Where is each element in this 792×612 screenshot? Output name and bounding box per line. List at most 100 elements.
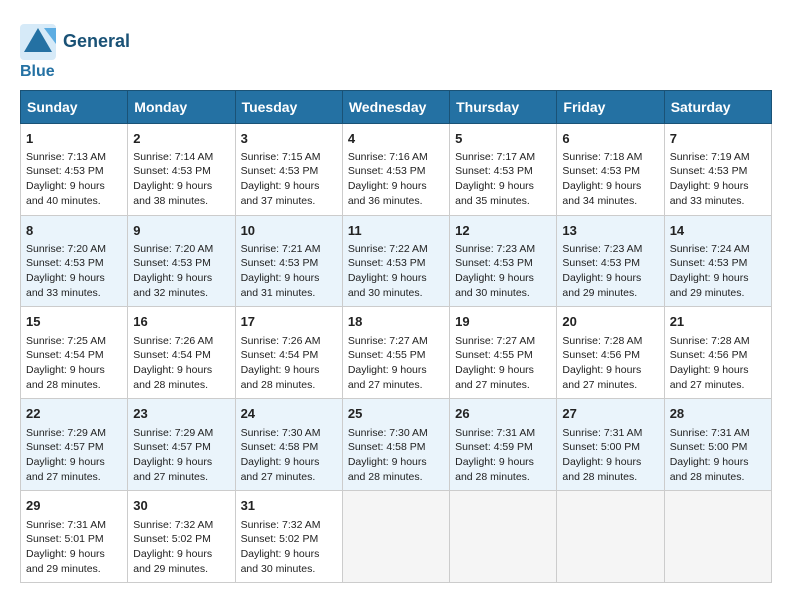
day-number: 13: [562, 222, 658, 240]
calendar-day-29: 29 Sunrise: 7:31 AM Sunset: 5:01 PM Dayligh…: [21, 491, 128, 583]
calendar-day-21: 21Sunrise: 7:28 AMSunset: 4:56 PMDayligh…: [664, 307, 771, 399]
sunset-label: Sunset: 5:02 PM: [133, 533, 211, 545]
day-number: 27: [562, 405, 658, 423]
calendar-day-22: 22Sunrise: 7:29 AMSunset: 4:57 PMDayligh…: [21, 399, 128, 491]
day-number: 12: [455, 222, 551, 240]
sunset-label: Sunset: 4:56 PM: [670, 349, 748, 361]
sunrise-label: Sunrise: 7:14 AM: [133, 151, 213, 163]
sunset-label: Sunset: 4:53 PM: [133, 257, 211, 269]
calendar-day-23: 23Sunrise: 7:29 AMSunset: 4:57 PMDayligh…: [128, 399, 235, 491]
daylight-label: Daylight: 9 hours and 38 minutes.: [133, 180, 212, 207]
daylight-label: Daylight: 9 hours and 27 minutes.: [455, 364, 534, 391]
calendar-day-7: 7Sunrise: 7:19 AMSunset: 4:53 PMDaylight…: [664, 123, 771, 215]
calendar-day-24: 24 Sunrise: 7:30 AM Sunset: 4:58 PM Dayligh…: [235, 399, 342, 491]
sunset-label: Sunset: 4:53 PM: [562, 165, 640, 177]
daylight-label: Daylight: 9 hours and 37 minutes.: [241, 180, 320, 207]
sunset-label: Sunset: 4:54 PM: [26, 349, 104, 361]
sunset-label: Sunset: 5:01 PM: [26, 533, 104, 545]
calendar-week-5: 29 Sunrise: 7:31 AM Sunset: 5:01 PM Dayligh…: [21, 491, 772, 583]
sunset-label: Sunset: 4:54 PM: [241, 349, 319, 361]
sunset-label: Sunset: 4:57 PM: [26, 441, 104, 453]
sunset-label: Sunset: 4:53 PM: [26, 165, 104, 177]
sunrise-label: Sunrise: 7:32 AM: [241, 519, 321, 531]
sunrise-label: Sunrise: 7:29 AM: [133, 427, 213, 439]
daylight-label: Daylight: 9 hours and 28 minutes.: [26, 364, 105, 391]
sunrise-label: Sunrise: 7:26 AM: [133, 335, 213, 347]
day-number: 8: [26, 222, 122, 240]
day-number: 21: [670, 313, 766, 331]
calendar-day-4: 4Sunrise: 7:16 AMSunset: 4:53 PMDaylight…: [342, 123, 449, 215]
daylight-label: Daylight: 9 hours and 27 minutes.: [241, 456, 320, 483]
sunrise-label: Sunrise: 7:30 AM: [241, 427, 321, 439]
daylight-label: Daylight: 9 hours and 31 minutes.: [241, 272, 320, 299]
day-number: 29: [26, 497, 122, 515]
daylight-label: Daylight: 9 hours and 30 minutes.: [241, 548, 320, 575]
header-thursday: Thursday: [450, 90, 557, 123]
day-number: 22: [26, 405, 122, 423]
sunrise-label: Sunrise: 7:21 AM: [241, 243, 321, 255]
day-number: 24: [241, 405, 337, 423]
daylight-label: Daylight: 9 hours and 36 minutes.: [348, 180, 427, 207]
day-number: 25: [348, 405, 444, 423]
day-number: 26: [455, 405, 551, 423]
header-tuesday: Tuesday: [235, 90, 342, 123]
empty-day: [342, 491, 449, 583]
calendar-day-3: 3Sunrise: 7:15 AMSunset: 4:53 PMDaylight…: [235, 123, 342, 215]
day-number: 6: [562, 130, 658, 148]
day-number: 31: [241, 497, 337, 515]
daylight-label: Daylight: 9 hours and 29 minutes.: [670, 272, 749, 299]
daylight-label: Daylight: 9 hours and 29 minutes.: [26, 548, 105, 575]
sunrise-label: Sunrise: 7:15 AM: [241, 151, 321, 163]
empty-day: [664, 491, 771, 583]
sunset-label: Sunset: 4:53 PM: [241, 257, 319, 269]
calendar-header-row: SundayMondayTuesdayWednesdayThursdayFrid…: [21, 90, 772, 123]
sunrise-label: Sunrise: 7:31 AM: [26, 519, 106, 531]
calendar-day-20: 20Sunrise: 7:28 AMSunset: 4:56 PMDayligh…: [557, 307, 664, 399]
daylight-label: Daylight: 9 hours and 27 minutes.: [133, 456, 212, 483]
sunrise-label: Sunrise: 7:31 AM: [562, 427, 642, 439]
sunrise-label: Sunrise: 7:23 AM: [562, 243, 642, 255]
sunset-label: Sunset: 4:53 PM: [455, 165, 533, 177]
daylight-label: Daylight: 9 hours and 35 minutes.: [455, 180, 534, 207]
day-number: 10: [241, 222, 337, 240]
daylight-label: Daylight: 9 hours and 29 minutes.: [562, 272, 641, 299]
sunrise-label: Sunrise: 7:13 AM: [26, 151, 106, 163]
sunrise-label: Sunrise: 7:31 AM: [670, 427, 750, 439]
sunset-label: Sunset: 4:55 PM: [455, 349, 533, 361]
calendar-day-19: 19Sunrise: 7:27 AMSunset: 4:55 PMDayligh…: [450, 307, 557, 399]
day-number: 14: [670, 222, 766, 240]
daylight-label: Daylight: 9 hours and 28 minutes.: [241, 364, 320, 391]
daylight-label: Daylight: 9 hours and 28 minutes.: [455, 456, 534, 483]
empty-day: [557, 491, 664, 583]
sunrise-label: Sunrise: 7:30 AM: [348, 427, 428, 439]
day-number: 3: [241, 130, 337, 148]
logo: General Blue: [20, 24, 130, 82]
daylight-label: Daylight: 9 hours and 30 minutes.: [348, 272, 427, 299]
header-sunday: Sunday: [21, 90, 128, 123]
sunrise-label: Sunrise: 7:28 AM: [562, 335, 642, 347]
day-number: 11: [348, 222, 444, 240]
page-header: General Blue: [20, 24, 772, 82]
sunset-label: Sunset: 4:53 PM: [348, 257, 426, 269]
sunrise-label: Sunrise: 7:18 AM: [562, 151, 642, 163]
sunset-label: Sunset: 4:58 PM: [348, 441, 426, 453]
sunset-label: Sunset: 4:58 PM: [241, 441, 319, 453]
calendar-day-6: 6Sunrise: 7:18 AMSunset: 4:53 PMDaylight…: [557, 123, 664, 215]
sunrise-label: Sunrise: 7:32 AM: [133, 519, 213, 531]
calendar-week-1: 1Sunrise: 7:13 AMSunset: 4:53 PMDaylight…: [21, 123, 772, 215]
sunrise-label: Sunrise: 7:20 AM: [133, 243, 213, 255]
day-number: 9: [133, 222, 229, 240]
sunrise-label: Sunrise: 7:31 AM: [455, 427, 535, 439]
sunset-label: Sunset: 4:56 PM: [562, 349, 640, 361]
calendar-day-12: 12Sunrise: 7:23 AMSunset: 4:53 PMDayligh…: [450, 215, 557, 307]
sunrise-label: Sunrise: 7:19 AM: [670, 151, 750, 163]
calendar-table: SundayMondayTuesdayWednesdayThursdayFrid…: [20, 90, 772, 584]
day-number: 17: [241, 313, 337, 331]
sunset-label: Sunset: 4:54 PM: [133, 349, 211, 361]
calendar-day-14: 14Sunrise: 7:24 AMSunset: 4:53 PMDayligh…: [664, 215, 771, 307]
daylight-label: Daylight: 9 hours and 30 minutes.: [455, 272, 534, 299]
day-number: 7: [670, 130, 766, 148]
calendar-week-2: 8 Sunrise: 7:20 AM Sunset: 4:53 PM Daylight…: [21, 215, 772, 307]
calendar-day-10: 10 Sunrise: 7:21 AM Sunset: 4:53 PM Dayligh…: [235, 215, 342, 307]
calendar-day-28: 28Sunrise: 7:31 AMSunset: 5:00 PMDayligh…: [664, 399, 771, 491]
